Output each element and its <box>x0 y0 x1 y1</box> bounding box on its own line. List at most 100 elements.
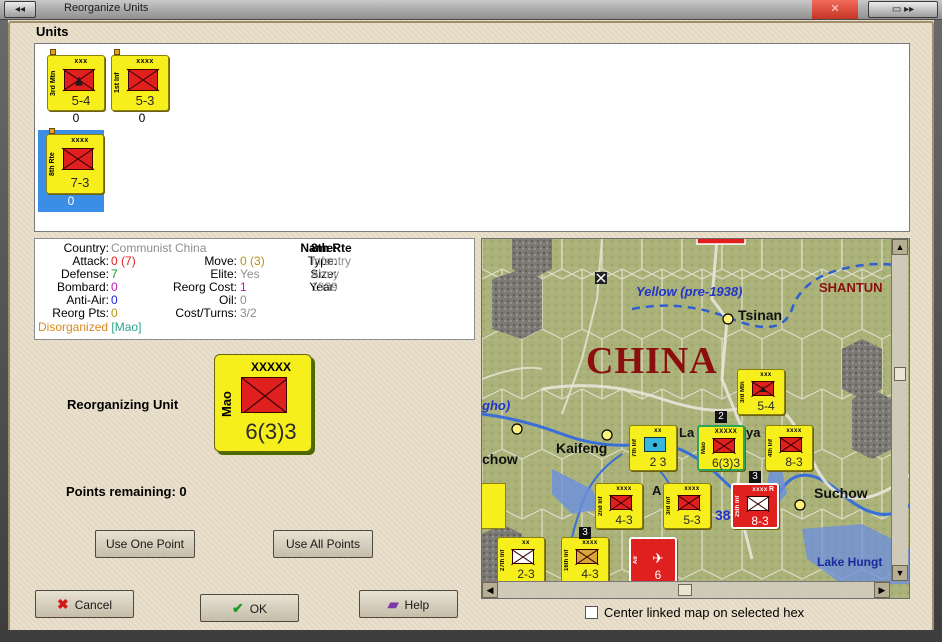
map-counter-16th-inf[interactable]: 16th Inf xxxx 4-3 <box>561 537 609 583</box>
map-label-ya: ya <box>746 425 761 440</box>
mountain-hex <box>852 389 892 459</box>
checkmark-icon: ✔ <box>231 600 244 616</box>
unit-size-label: xxxx <box>136 58 154 65</box>
counter-side-label: 3rd Mtn <box>740 381 746 403</box>
counter-stat-label: 8-3 <box>785 455 803 469</box>
system-menu-button[interactable]: ◂◂ <box>4 1 36 18</box>
map-counter-7th-inf[interactable]: 7th Inf xx 2 3 <box>629 425 677 471</box>
use-one-point-button[interactable]: Use One Point <box>95 530 195 558</box>
scroll-right-arrow[interactable]: ▶ <box>874 582 890 598</box>
bombard-label: Bombard: <box>56 280 109 294</box>
infantry-icon <box>780 437 802 452</box>
map-counter-25th-inf[interactable]: 25th Inf xxxx R 8-3 <box>731 483 779 529</box>
map-counter-air[interactable]: Air ✈ 6 <box>629 537 677 583</box>
close-window-button[interactable]: ✕ <box>812 0 858 19</box>
use-all-points-button[interactable]: Use All Points <box>273 530 373 558</box>
unit-stat-label: 5-3 <box>135 93 155 108</box>
status-line: Disorganized [Mao] <box>38 320 141 334</box>
unit-flag-icon <box>50 49 56 55</box>
counter-side-label: 4th Inf <box>768 439 774 457</box>
map-label-a: A <box>652 483 662 498</box>
vertical-scroll-thumb[interactable] <box>894 367 906 381</box>
map-counter-2nd-inf[interactable]: 2nd Inf xxxx 4-3 <box>595 483 643 529</box>
scroll-left-arrow[interactable]: ◀ <box>482 582 498 598</box>
antiair-label: Anti-Air: <box>66 293 109 307</box>
cancel-button[interactable]: ✖ Cancel <box>35 590 134 618</box>
reorg-stat-label: 6(3)3 <box>245 419 297 444</box>
left-window-edge <box>0 0 8 642</box>
center-linked-map-label: Center linked map on selected hex <box>604 605 805 620</box>
country-label: Country: <box>63 241 109 255</box>
counter-side-label: 25th Inf <box>735 495 741 517</box>
attack-value: 0 <box>111 254 118 268</box>
units-heading: Units <box>36 24 69 39</box>
right-window-edge <box>934 0 942 642</box>
center-linked-map-checkbox[interactable] <box>585 606 598 619</box>
map-counter-3rd-inf[interactable]: 3rd Inf xxxx 5-3 <box>663 483 711 529</box>
map-counter-27th-inf[interactable]: 27th Inf xx 2-3 <box>497 537 545 583</box>
reorgcost-value: 1 <box>240 280 247 294</box>
unit-counter: 8th Rte xxxx 7-3 <box>46 128 104 194</box>
counter-stat-label: 6 <box>654 568 662 582</box>
map-vertical-scrollbar[interactable]: ▲ ▼ <box>891 239 908 581</box>
infantry-icon <box>512 549 534 564</box>
counter-size-label: xxxx <box>684 486 700 492</box>
infantry-icon <box>63 148 93 170</box>
bombard-value: 0 <box>111 280 118 294</box>
unit-item-1st-inf[interactable]: 1st Inf xxxx 5-3 0 <box>109 49 175 130</box>
infantry-icon <box>128 69 158 91</box>
infantry-icon <box>610 495 632 510</box>
ok-button[interactable]: ✔ OK <box>200 594 299 622</box>
horizontal-scroll-thumb[interactable] <box>678 584 692 596</box>
counter-side-label: 7th Inf <box>632 439 638 457</box>
unit-item-3rd-mtn[interactable]: 3rd Mtn xxx 5-4 0 <box>43 49 109 130</box>
unit-count-label: 0 <box>67 194 75 208</box>
title-bar[interactable]: ◂◂ Reorganize Units ✕ ▭ ▸▸ <box>0 0 942 20</box>
unit-item-8th-rte[interactable]: 8th Rte xxxx 7-3 0 <box>38 128 104 212</box>
move-values: 0 (3) <box>240 254 265 268</box>
costturns-label: Cost/Turns: <box>175 306 237 320</box>
aircraft-icon: ✈ <box>652 550 664 566</box>
name-value: 8th Rte <box>311 241 352 255</box>
city-kaifeng <box>601 429 613 441</box>
linked-map[interactable]: SHANTUN Yellow (pre-1938) Tsinan CHINA g… <box>481 238 910 599</box>
cancel-x-icon: ✖ <box>56 596 69 612</box>
mountain-hex <box>842 339 882 399</box>
map-label-kaifeng: Kaifeng <box>556 440 608 456</box>
unit-counter: 1st Inf xxxx 5-3 <box>111 49 169 111</box>
reorg-size-label: XXXXX <box>250 360 292 374</box>
support-unit-icon <box>644 437 666 452</box>
help-button[interactable]: ▰ Help <box>359 590 458 618</box>
unit-stat-label: 5-4 <box>71 93 91 108</box>
oil-value: 0 <box>240 293 247 307</box>
map-counter-partial <box>696 239 746 245</box>
counter-stat-label: 4-3 <box>581 567 599 581</box>
move-paren: (3) <box>250 254 265 268</box>
window-controls[interactable]: ▭ ▸▸ <box>868 1 938 18</box>
unit-stat-label: 7-3 <box>70 175 90 190</box>
scroll-down-arrow[interactable]: ▼ <box>892 565 908 581</box>
unit-info-panel: Country: Communist China Attack: 0 (7) D… <box>34 238 475 340</box>
map-label-tsinan: Tsinan <box>738 307 783 323</box>
counter-size-label: xxxx <box>786 428 802 434</box>
counter-stat-label: 5-4 <box>757 399 775 413</box>
defense-label: Defense: <box>60 267 109 281</box>
counter-side-label: 27th Inf <box>500 549 506 571</box>
map-horizontal-scrollbar[interactable]: ◀ ▶ <box>482 581 890 598</box>
counter-stat-label: 5-3 <box>683 513 701 527</box>
scroll-up-arrow[interactable]: ▲ <box>892 239 908 255</box>
map-counter-partial[interactable] <box>482 483 506 529</box>
map-counter-4th-inf[interactable]: 4th Inf xxxx 8-3 <box>765 425 813 471</box>
map-counter-3rd-mtn[interactable]: 3rd Mtn xxx 5-4 <box>737 369 785 415</box>
stack-count-badge: 3 <box>749 471 761 483</box>
counter-stat-label: 2 3 <box>649 455 667 469</box>
window-title: Reorganize Units <box>64 2 149 14</box>
center-linked-map-option[interactable]: Center linked map on selected hex <box>585 605 804 620</box>
map-counter-mao[interactable]: Mao XXXXX 6(3)3 <box>697 425 745 471</box>
units-list[interactable]: 3rd Mtn xxx 5-4 0 1st Inf xxxx 5-3 0 8th… <box>34 43 910 232</box>
reorganizing-unit-counter[interactable]: Mao XXXXX 6(3)3 <box>214 354 312 452</box>
map-label-lake: Lake Hungt <box>817 555 883 569</box>
antiair-value: 0 <box>111 293 118 307</box>
unit-count-label: 0 <box>72 111 80 125</box>
status-hq: [Mao] <box>111 320 142 334</box>
